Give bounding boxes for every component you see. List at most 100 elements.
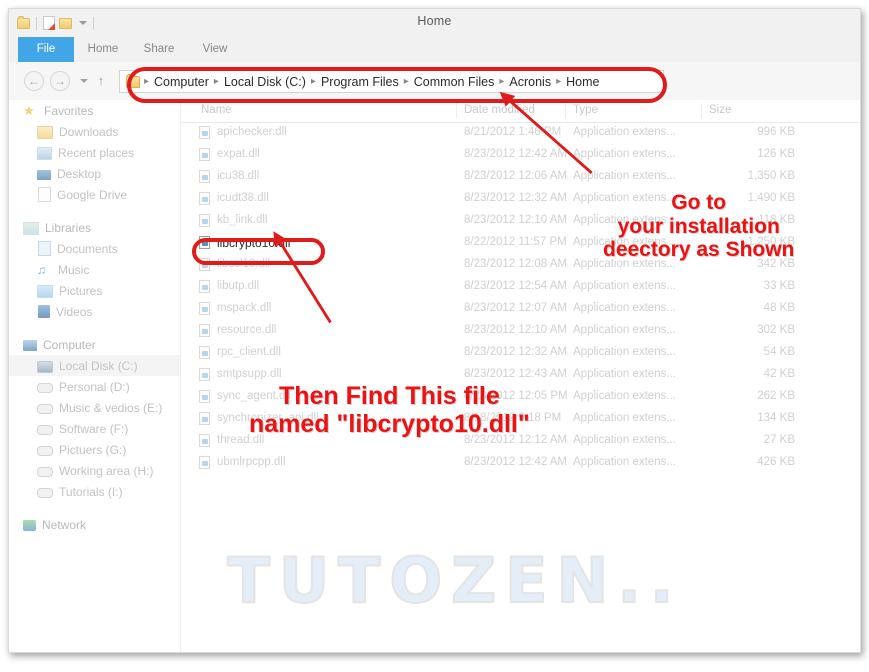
dll-file-icon: [199, 346, 210, 359]
tab-view[interactable]: View: [189, 37, 241, 62]
file-size: 1,350 KB: [747, 170, 795, 182]
sidebar-item-label: Desktop: [57, 166, 102, 181]
sidebar-item-software-f[interactable]: Software (F:): [9, 418, 180, 439]
table-row[interactable]: apichecker.dll 8/21/2012 1:46 PM Applica…: [181, 122, 860, 144]
column-header-row: Name Date modified Type Size: [181, 100, 860, 123]
breadcrumb-separator-1[interactable]: ▸: [213, 76, 220, 87]
breadcrumb-program-files[interactable]: Program Files: [317, 75, 403, 89]
back-button[interactable]: ←: [24, 71, 44, 91]
documents-icon: [38, 241, 51, 256]
file-date: 8/23/2012 12:32 AM: [464, 192, 567, 204]
sidebar-group-libraries[interactable]: Libraries: [9, 217, 180, 238]
ribbon-tab-strip: File Home Share View: [9, 37, 860, 63]
up-button[interactable]: ↑: [94, 73, 108, 89]
file-size: 426 KB: [757, 456, 795, 468]
breadcrumb-separator-2[interactable]: ▸: [310, 76, 317, 87]
table-row[interactable]: expat.dll 8/23/2012 12:42 AM Application…: [181, 144, 860, 166]
breadcrumb-computer[interactable]: Computer: [150, 75, 213, 89]
sidebar-group-label-network: Network: [42, 517, 87, 532]
table-row[interactable]: icu38.dll 8/23/2012 12:06 AM Application…: [181, 166, 860, 188]
column-header-name[interactable]: Name: [201, 104, 232, 116]
drive-icon: [37, 383, 53, 393]
dll-file-icon: [199, 170, 210, 183]
breadcrumb-home[interactable]: Home: [562, 75, 603, 89]
sidebar-group-favorites[interactable]: ★ Favorites: [9, 100, 180, 121]
dll-file-icon: [199, 412, 210, 425]
sidebar-item-videos[interactable]: Videos: [9, 301, 180, 322]
table-row[interactable]: mspack.dll 8/23/2012 12:07 AM Applicatio…: [181, 298, 860, 320]
sidebar-group-network[interactable]: Network: [9, 514, 180, 535]
sidebar-item-desktop[interactable]: Desktop: [9, 163, 180, 184]
breadcrumb-common-files[interactable]: Common Files: [410, 75, 499, 89]
breadcrumb-separator-0[interactable]: ▸: [143, 76, 150, 87]
table-row[interactable]: resource.dll 8/23/2012 12:10 AM Applicat…: [181, 320, 860, 342]
videos-icon: [38, 305, 50, 318]
explorer-window: Home File Home Share View ← → ↑ ▸ Comput…: [8, 8, 861, 653]
file-date: 8/23/2012 12:54 AM: [464, 280, 567, 292]
folder-icon: [37, 126, 53, 139]
sidebar-item-label: Music & vedios (E:): [59, 400, 163, 415]
column-header-size[interactable]: Size: [709, 104, 731, 116]
tab-home[interactable]: Home: [77, 37, 129, 62]
sidebar-group-label-computer: Computer: [43, 337, 96, 352]
recent-places-icon: [37, 147, 52, 160]
breadcrumb-separator-4[interactable]: ▸: [498, 76, 505, 87]
forward-button[interactable]: →: [50, 71, 70, 91]
file-type: Application extens...: [573, 280, 676, 292]
file-size: 54 KB: [763, 346, 795, 358]
sidebar-item-working-area-h[interactable]: Working area (H:): [9, 460, 180, 481]
file-date: 8/21/2012 1:46 PM: [464, 126, 562, 138]
column-divider-size[interactable]: [701, 103, 702, 118]
sidebar-item-google-drive[interactable]: Google Drive: [9, 184, 180, 205]
dll-file-icon: [199, 148, 210, 161]
sidebar-item-label: Local Disk (C:): [59, 358, 138, 373]
screenshot-root: Home File Home Share View ← → ↑ ▸ Comput…: [0, 0, 869, 672]
file-date: 8/23/2012 12:10 AM: [464, 324, 567, 336]
network-icon: [23, 520, 36, 531]
breadcrumb-acronis[interactable]: Acronis: [505, 75, 555, 89]
column-header-type[interactable]: Type: [573, 104, 598, 116]
sidebar-item-tutorials-i[interactable]: Tutorials (I:): [9, 481, 180, 502]
table-row[interactable]: rpc_client.dll 8/23/2012 12:32 AM Applic…: [181, 342, 860, 364]
sidebar-item-label: Videos: [56, 304, 93, 319]
dll-file-icon: [199, 390, 210, 403]
desktop-icon: [37, 169, 51, 180]
sidebar-item-music[interactable]: ♫ Music: [9, 259, 180, 280]
column-divider-type[interactable]: [565, 103, 566, 118]
file-size: 27 KB: [763, 434, 795, 446]
sidebar-item-label: Music: [58, 262, 90, 277]
file-type: Application extens...: [573, 170, 676, 182]
breadcrumb-separator-3[interactable]: ▸: [403, 76, 410, 87]
file-date: 8/23/2012 12:10 AM: [464, 214, 567, 226]
breadcrumb-separator-5[interactable]: ▸: [555, 76, 562, 87]
sidebar-item-pictures[interactable]: Pictures: [9, 280, 180, 301]
sidebar-item-documents[interactable]: Documents: [9, 238, 180, 259]
tab-share[interactable]: Share: [133, 37, 185, 62]
column-header-date-modified[interactable]: Date modified: [464, 104, 535, 116]
file-name: kb_link.dll: [217, 214, 268, 226]
recent-locations-caret-icon[interactable]: [80, 79, 88, 83]
sidebar-item-recent-places[interactable]: Recent places: [9, 142, 180, 163]
drive-icon: [37, 404, 53, 414]
sidebar-item-downloads[interactable]: Downloads: [9, 121, 180, 142]
address-bar[interactable]: ▸ Computer ▸ Local Disk (C:) ▸ Program F…: [119, 70, 664, 93]
sidebar-item-personal-d[interactable]: Personal (D:): [9, 376, 180, 397]
sidebar-item-music-vedios-e[interactable]: Music & vedios (E:): [9, 397, 180, 418]
file-size: 48 KB: [763, 302, 795, 314]
sidebar-item-local-disk-c[interactable]: Local Disk (C:): [9, 355, 180, 376]
dll-file-icon: [199, 434, 210, 447]
file-name: icudt38.dll: [217, 192, 269, 204]
file-list-pane: Name Date modified Type Size apichecker.…: [181, 100, 860, 652]
sidebar-item-label: Documents: [57, 241, 118, 256]
table-row[interactable]: ubmlrpcpp.dll 8/23/2012 12:42 AM Applica…: [181, 452, 860, 474]
sidebar-item-pictuers-g[interactable]: Pictuers (G:): [9, 439, 180, 460]
sidebar-group-computer[interactable]: Computer: [9, 334, 180, 355]
address-bar-row: ← → ↑ ▸ Computer ▸ Local Disk (C:) ▸ Pro…: [9, 62, 860, 100]
navigation-pane: ★ Favorites Downloads Recent places Desk…: [9, 100, 181, 652]
column-divider-date[interactable]: [456, 103, 457, 118]
tab-file[interactable]: File: [18, 37, 74, 62]
table-row[interactable]: libutp.dll 8/23/2012 12:54 AM Applicatio…: [181, 276, 860, 298]
breadcrumb-local-disk[interactable]: Local Disk (C:): [220, 75, 310, 89]
file-size: 302 KB: [757, 324, 795, 336]
